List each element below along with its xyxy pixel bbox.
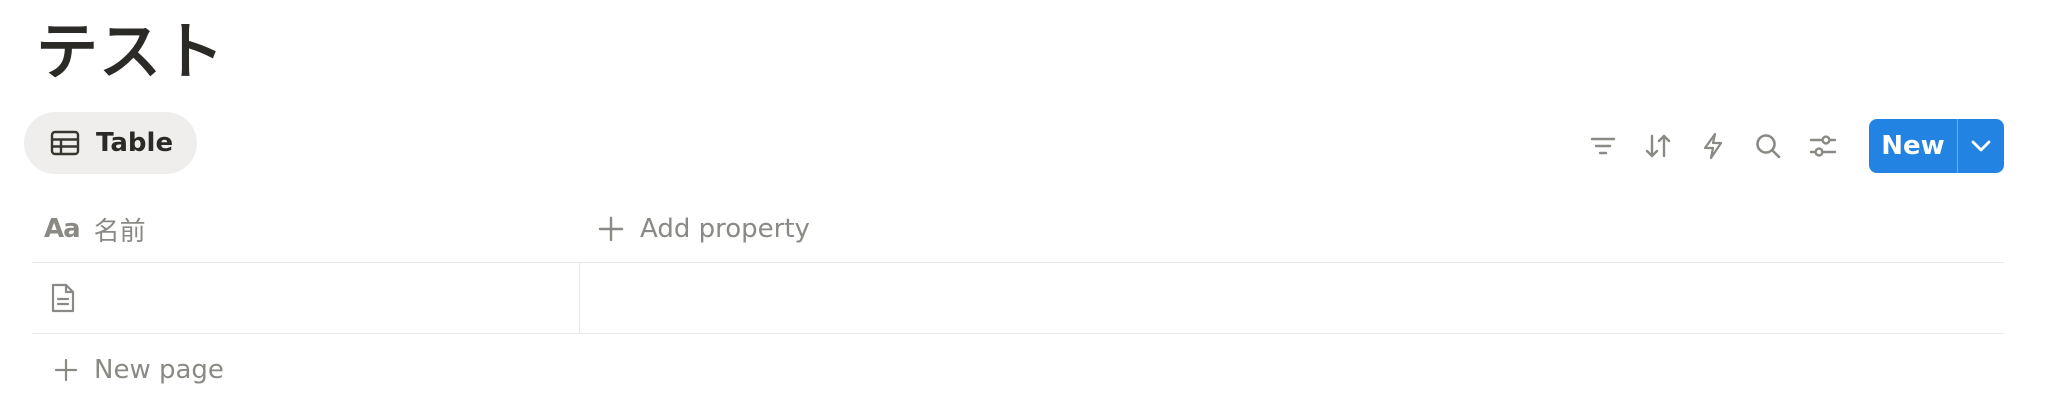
- database-table: Aa 名前 Add property New page: [32, 196, 2004, 406]
- add-property-button[interactable]: Add property: [580, 196, 810, 262]
- plus-icon: [54, 358, 78, 382]
- new-button[interactable]: New: [1869, 119, 1957, 173]
- row-name-cell[interactable]: [32, 263, 580, 333]
- database-toolbar: New: [1583, 118, 2004, 174]
- plus-icon: [598, 216, 624, 242]
- row-empty-cell[interactable]: [580, 263, 2004, 333]
- sort-icon: [1645, 134, 1671, 158]
- page-title[interactable]: テスト: [36, 10, 225, 94]
- search-button[interactable]: [1748, 126, 1788, 166]
- new-page-label: New page: [94, 355, 224, 385]
- search-icon: [1756, 134, 1781, 159]
- table-header-row: Aa 名前 Add property: [32, 196, 2004, 263]
- table-icon: [50, 130, 80, 156]
- filter-button[interactable]: [1583, 126, 1623, 166]
- column-header-label: 名前: [93, 216, 146, 247]
- settings-sliders-icon: [1809, 135, 1837, 157]
- new-dropdown-button[interactable]: [1957, 119, 2004, 173]
- table-row[interactable]: [32, 263, 2004, 334]
- column-header-name[interactable]: Aa 名前: [32, 196, 580, 262]
- automation-button[interactable]: [1693, 126, 1733, 166]
- automation-bolt-icon: [1703, 132, 1723, 160]
- view-settings-button[interactable]: [1803, 126, 1843, 166]
- filter-icon: [1590, 137, 1616, 155]
- new-button-group: New: [1869, 119, 2004, 173]
- sort-button[interactable]: [1638, 126, 1678, 166]
- new-page-button[interactable]: New page: [32, 334, 2004, 406]
- view-tab-table[interactable]: Table: [24, 112, 198, 174]
- add-property-label: Add property: [640, 214, 810, 244]
- view-tab-label: Table: [96, 128, 174, 158]
- chevron-down-icon: [1971, 140, 1991, 152]
- page-icon: [51, 283, 75, 313]
- title-property-icon: Aa: [44, 214, 81, 244]
